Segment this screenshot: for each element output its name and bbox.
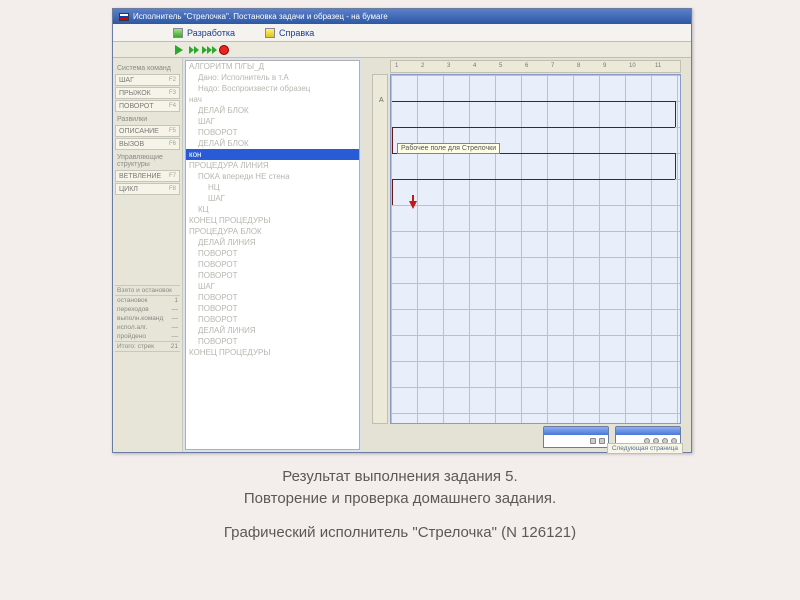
code-line[interactable]: КОНЕЦ ПРОЦЕДУРЫ — [186, 347, 359, 358]
stat-row: переходов— — [115, 305, 180, 314]
code-line[interactable]: ПОВОРОТ — [186, 248, 359, 259]
row-label: A — [379, 97, 384, 104]
code-line[interactable]: кон — [186, 149, 359, 160]
square-icon — [173, 28, 183, 38]
next-page-button[interactable]: Следующая страница — [607, 443, 683, 454]
drawn-path — [392, 179, 675, 180]
titlebar: Исполнитель "Стрелочка". Постановка зада… — [113, 9, 691, 24]
code-line[interactable]: ПОВОРОТ — [186, 127, 359, 138]
ruler-number: 9 — [603, 63, 606, 69]
code-line[interactable]: Дано: Исполнитель в т.А — [186, 72, 359, 83]
ruler-number: 1 — [395, 63, 398, 69]
stats-panel: Взято и остановок остановок1переходов—вы… — [115, 285, 180, 352]
canvas-area: 1 2 3 4 5 6 7 8 9 10 11 A Рабочее поле для Стрелоч… — [362, 58, 691, 452]
palette-section: Система команд — [117, 65, 180, 72]
caption-line: Графический исполнитель "Стрелочка" (N 1… — [0, 522, 800, 544]
code-line[interactable]: ДЕЛАЙ БЛОК — [186, 138, 359, 149]
mini-window[interactable] — [543, 426, 609, 448]
code-line[interactable]: ПОВОРОТ — [186, 259, 359, 270]
run-button[interactable] — [173, 44, 185, 56]
stat-row: пройдено— — [115, 332, 180, 341]
toolbar — [113, 42, 691, 58]
ruler-number: 6 — [525, 63, 528, 69]
code-line[interactable]: нач — [186, 94, 359, 105]
code-line[interactable]: Надо: Воспроизвести образец — [186, 83, 359, 94]
app-icon — [119, 13, 129, 21]
palette-button[interactable]: ЦИКЛF8 — [115, 183, 180, 195]
grid-tooltip: Рабочее поле для Стрелочки — [397, 143, 500, 154]
code-line[interactable]: ШАГ — [186, 281, 359, 292]
window-title: Исполнитель "Стрелочка". Постановка зада… — [133, 12, 388, 21]
code-line[interactable]: ДЕЛАЙ ЛИНИЯ — [186, 325, 359, 336]
drawn-path — [392, 179, 393, 205]
caption-line: Повторение и проверка домашнего задания. — [0, 488, 800, 510]
command-palette: Система команд ШАГF2ПРЫЖОКF3ПОВОРОТF4 Ра… — [113, 58, 183, 452]
ruler-number: 4 — [473, 63, 476, 69]
palette-button[interactable]: ВЕТВЛЕНИЕF7 — [115, 170, 180, 182]
app-body: Система команд ШАГF2ПРЫЖОКF3ПОВОРОТF4 Ра… — [113, 58, 691, 452]
stat-row: испол.алг.— — [115, 323, 180, 332]
slide-caption: Результат выполнения задания 5. Повторен… — [0, 466, 800, 544]
drawn-path — [392, 127, 393, 153]
palette-button[interactable]: ПРЫЖОКF3 — [115, 87, 180, 99]
arrow-cursor-icon — [409, 201, 417, 209]
code-line[interactable]: КЦ — [186, 204, 359, 215]
caption-line: Результат выполнения задания 5. — [0, 466, 800, 488]
code-line[interactable]: ПРОЦЕДУРА БЛОК — [186, 226, 359, 237]
drawn-path — [675, 153, 676, 179]
code-line[interactable]: ПРОЦЕДУРА ЛИНИЯ — [186, 160, 359, 171]
code-line[interactable]: ДЕЛАЙ ЛИНИЯ — [186, 237, 359, 248]
code-line[interactable]: ПОВОРОТ — [186, 292, 359, 303]
palette-button[interactable]: ВЫЗОВF6 — [115, 138, 180, 150]
step-button[interactable] — [188, 44, 200, 56]
code-line[interactable]: ДЕЛАЙ БЛОК — [186, 105, 359, 116]
palette-section: Управляющие структуры — [117, 154, 180, 168]
ruler-number: 2 — [421, 63, 424, 69]
menu-spravka[interactable]: Справка — [265, 28, 314, 38]
drawn-path — [392, 101, 675, 102]
drawn-path — [675, 101, 676, 127]
code-line[interactable]: ПОВОРОТ — [186, 314, 359, 325]
code-line[interactable]: ПОВОРОТ — [186, 303, 359, 314]
code-line[interactable]: АЛГОРИТМ П/ГЫ_Д — [186, 61, 359, 72]
stop-button[interactable] — [218, 44, 230, 56]
code-line[interactable]: ПОВОРОТ — [186, 270, 359, 281]
app-window: Исполнитель "Стрелочка". Постановка зада… — [112, 8, 692, 453]
code-line[interactable]: ПОВОРОТ — [186, 336, 359, 347]
palette-section: Развилки — [117, 116, 180, 123]
drawn-path — [392, 127, 675, 128]
drawing-grid[interactable]: A Рабочее поле для Стрелочки — [390, 74, 681, 424]
stat-row: остановок1 — [115, 296, 180, 305]
ruler-horizontal: 1 2 3 4 5 6 7 8 9 10 11 — [390, 60, 681, 73]
ruler-number: 8 — [577, 63, 580, 69]
stat-row: выполн.команд— — [115, 314, 180, 323]
code-line[interactable]: КОНЕЦ ПРОЦЕДУРЫ — [186, 215, 359, 226]
code-line[interactable]: НЦ — [186, 182, 359, 193]
square-icon — [265, 28, 275, 38]
code-editor[interactable]: АЛГОРИТМ П/ГЫ_ДДано: Исполнитель в т.АНа… — [185, 60, 360, 450]
control-icon — [599, 438, 605, 444]
palette-button[interactable]: ОПИСАНИЕF5 — [115, 125, 180, 137]
menubar: Разработка Справка — [113, 24, 691, 42]
code-line[interactable]: ШАГ — [186, 193, 359, 204]
ruler-number: 3 — [447, 63, 450, 69]
ruler-number: 11 — [655, 63, 661, 69]
palette-button[interactable]: ПОВОРОТF4 — [115, 100, 180, 112]
menu-razrabotka[interactable]: Разработка — [173, 28, 235, 38]
ruler-number: 5 — [499, 63, 502, 69]
ruler-vertical — [372, 74, 388, 424]
code-line[interactable]: ПОКА впереди НЕ стена — [186, 171, 359, 182]
code-line[interactable]: ШАГ — [186, 116, 359, 127]
ruler-number: 10 — [629, 63, 636, 69]
palette-button[interactable]: ШАГF2 — [115, 74, 180, 86]
fast-button[interactable] — [203, 44, 215, 56]
control-icon — [590, 438, 596, 444]
ruler-number: 7 — [551, 63, 554, 69]
